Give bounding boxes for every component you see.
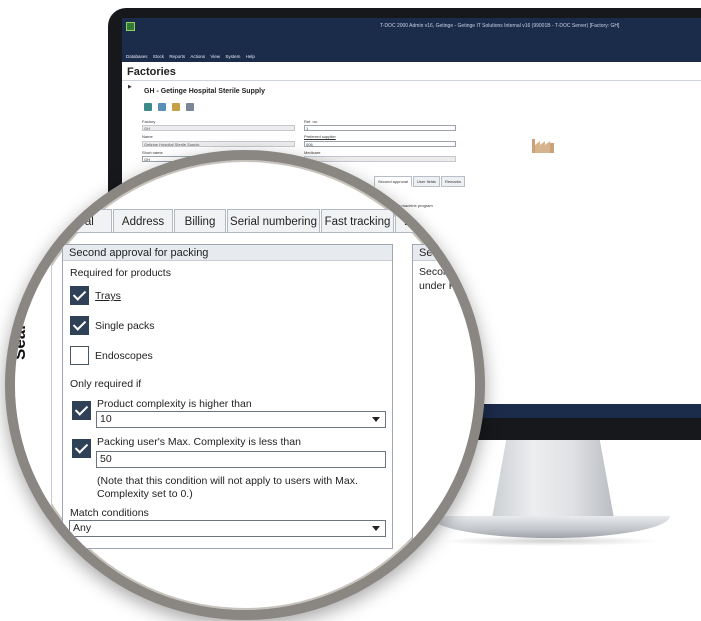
- product-complexity-value: 10: [100, 413, 112, 425]
- packing-user-complexity-checkbox[interactable]: [72, 439, 91, 458]
- menu-bar: Databases Stock Reports Actions View Sys…: [122, 52, 701, 62]
- menu-reports[interactable]: Reports: [169, 54, 185, 59]
- side-text-line1: Second: [419, 266, 455, 278]
- preferred-supplier-field[interactable]: 006: [304, 141, 456, 147]
- preferred-supplier-label[interactable]: Preferred supplier: [304, 134, 336, 139]
- search-label[interactable]: Search: [15, 303, 30, 360]
- single-packs-label[interactable]: Single packs: [95, 320, 155, 332]
- name-label: Name: [142, 134, 153, 139]
- second-approval-header: Second approval for packing: [63, 245, 392, 261]
- match-conditions-label: Match conditions: [70, 507, 149, 519]
- lock-icon[interactable]: [172, 103, 180, 111]
- name-field: Getinge Hospital Sterile Supply: [142, 141, 295, 147]
- complexity-note-line1: (Note that this condition will not apply…: [97, 475, 358, 487]
- copy-icon[interactable]: [158, 103, 166, 111]
- divider: [122, 80, 701, 81]
- match-conditions-select[interactable]: Any: [69, 520, 386, 537]
- magnified-view: Search neral Address Billing Serial numb…: [15, 160, 475, 610]
- trays-checkbox[interactable]: [70, 286, 89, 305]
- menu-help[interactable]: Help: [246, 54, 255, 59]
- side-group-header: Seco: [413, 245, 475, 261]
- required-for-products-label: Required for products: [70, 267, 171, 279]
- tree-icon[interactable]: [144, 103, 152, 111]
- packing-user-complexity-input[interactable]: 50: [96, 451, 386, 468]
- ref-no-label: Ref. no.: [304, 119, 319, 124]
- window-title: T-DOC 2000 Admin v16, Getinge - Getinge …: [380, 23, 620, 29]
- ref-no-field[interactable]: 1: [304, 125, 456, 131]
- factory-label: Factory: [142, 119, 156, 124]
- menu-stock[interactable]: Stock: [153, 54, 164, 59]
- monitor-stand-neck: [490, 440, 616, 526]
- product-complexity-select[interactable]: 10: [96, 411, 386, 428]
- endoscopes-label[interactable]: Endoscopes: [95, 350, 153, 362]
- side-text-line2: under Pr: [419, 280, 460, 292]
- only-required-if-label: Only required if: [70, 378, 142, 390]
- endoscopes-checkbox[interactable]: [70, 346, 89, 365]
- packing-user-complexity-label[interactable]: Packing user's Max. Complexity is less t…: [97, 436, 301, 448]
- tab-billing[interactable]: Billing: [174, 209, 226, 233]
- trays-label[interactable]: Trays: [95, 290, 121, 302]
- ribbon-band: [122, 34, 701, 52]
- title-bar: T-DOC 2000 Admin v16, Getinge - Getinge …: [122, 18, 701, 34]
- factory-title: GH - Getinge Hospital Sterile Supply: [144, 88, 265, 95]
- factory-icon: [532, 139, 554, 153]
- search-sidebar[interactable]: [15, 195, 52, 610]
- menu-databases[interactable]: Databases: [126, 54, 148, 59]
- product-complexity-checkbox[interactable]: [72, 401, 91, 420]
- chevron-down-icon: [372, 417, 380, 422]
- single-packs-checkbox[interactable]: [70, 316, 89, 335]
- tab-fast-tracking[interactable]: Fast tracking: [321, 209, 394, 233]
- expand-arrow-icon[interactable]: ▶: [128, 84, 132, 90]
- match-conditions-value: Any: [73, 522, 92, 534]
- complexity-note-line2: Complexity set to 0.): [97, 488, 193, 500]
- product-complexity-label[interactable]: Product complexity is higher than: [97, 398, 252, 410]
- tab-address[interactable]: Address: [113, 209, 173, 233]
- tab-more[interactable]: E: [395, 209, 455, 233]
- page-title: Factories: [127, 66, 176, 78]
- menu-system[interactable]: System: [225, 54, 240, 59]
- tab-general[interactable]: neral: [50, 209, 112, 233]
- tabs-baseline: [50, 232, 475, 233]
- app-icon: [126, 22, 135, 31]
- medicare-label: Medicare: [304, 150, 321, 155]
- short-name-label: Short name: [142, 150, 163, 155]
- tab-serial-numbering[interactable]: Serial numbering: [227, 209, 320, 233]
- magnifier-lens: Search neral Address Billing Serial numb…: [5, 150, 485, 620]
- print-icon[interactable]: [186, 103, 194, 111]
- chevron-down-icon: [372, 526, 380, 531]
- factory-field: GH: [142, 125, 295, 131]
- menu-actions[interactable]: Actions: [190, 54, 205, 59]
- menu-view[interactable]: View: [210, 54, 220, 59]
